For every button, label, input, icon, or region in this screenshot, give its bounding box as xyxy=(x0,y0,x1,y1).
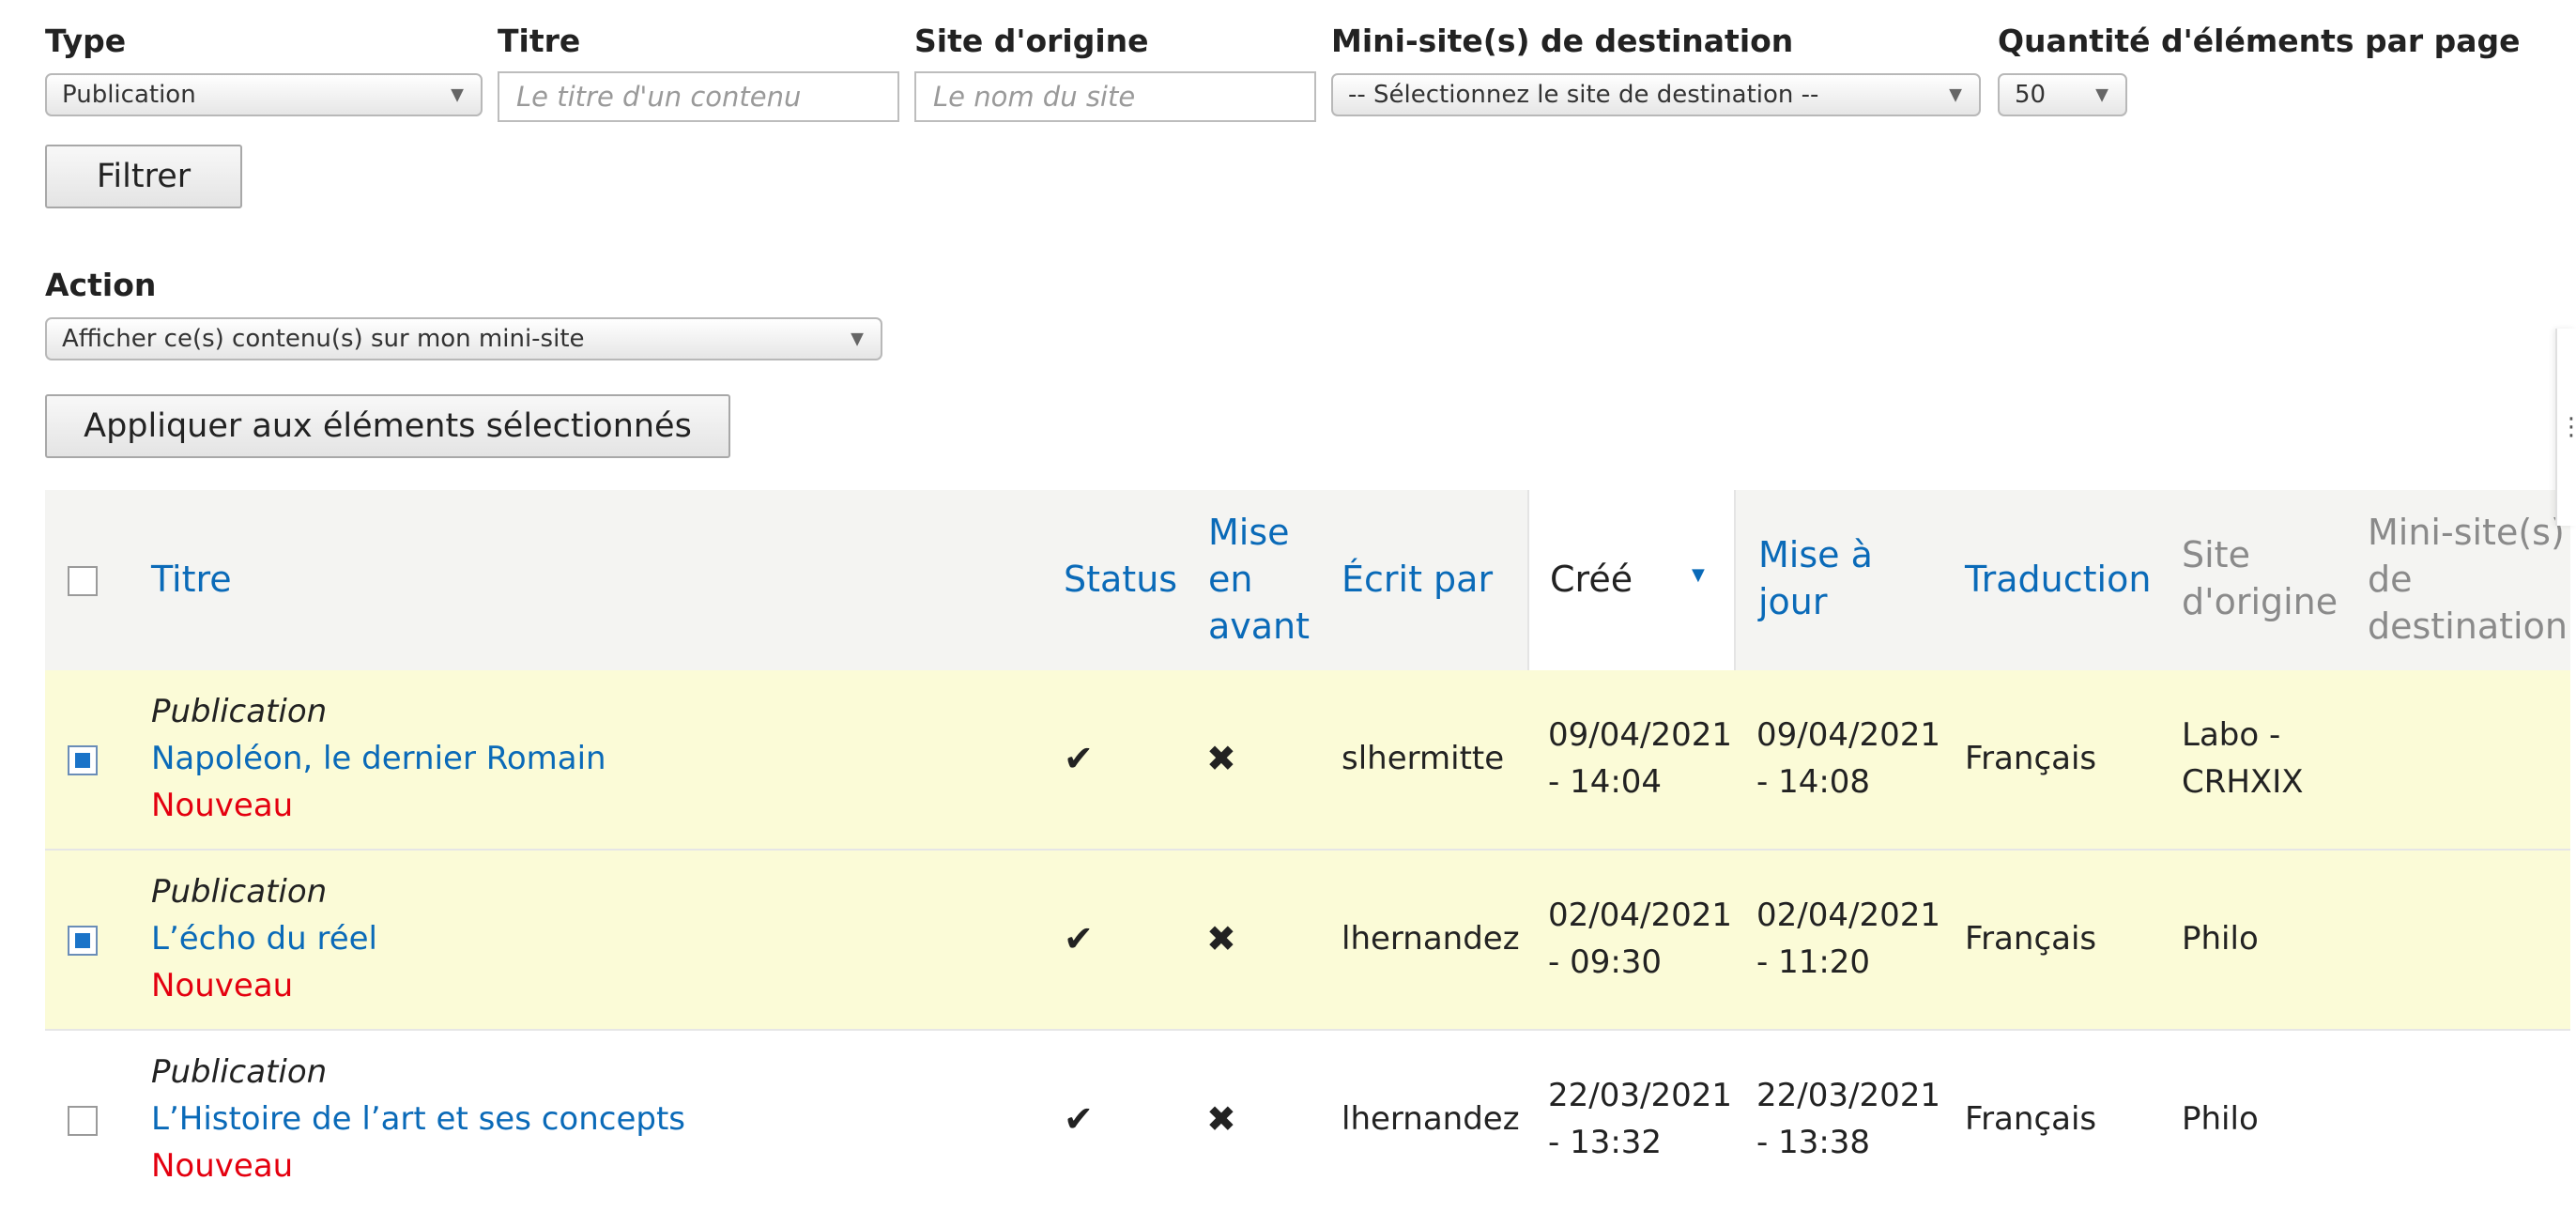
column-status[interactable]: Status xyxy=(1064,556,1177,603)
row-type: Publication xyxy=(151,693,328,730)
chevron-down-icon: ▼ xyxy=(1949,84,1962,105)
chevron-down-icon: ▼ xyxy=(851,329,864,349)
chevron-down-icon: ▼ xyxy=(451,84,464,105)
per-page-select[interactable]: 50 ▼ xyxy=(1998,73,2127,116)
status-check-icon: ✔ xyxy=(1064,1098,1094,1140)
featured-cross-icon: ✖ xyxy=(1206,738,1236,779)
title-filter-placeholder: Le titre d'un contenu xyxy=(516,81,802,113)
row-title-link[interactable]: L’Histoire de l’art et ses concepts xyxy=(151,1096,685,1142)
destination-select-value: -- Sélectionnez le site de destination -… xyxy=(1348,81,1819,109)
destination-filter-label: Mini-site(s) de destination xyxy=(1331,23,1794,59)
row-checkbox[interactable] xyxy=(68,1106,98,1136)
row-checkbox[interactable] xyxy=(68,745,98,775)
action-label: Action xyxy=(45,267,157,303)
column-created[interactable]: Créé xyxy=(1550,556,1633,603)
apply-button[interactable]: Appliquer aux éléments sélectionnés xyxy=(45,394,730,458)
row-updated: 09/04/2021 - 14:08 xyxy=(1756,716,1940,801)
featured-cross-icon: ✖ xyxy=(1206,918,1236,959)
featured-cross-icon: ✖ xyxy=(1206,1098,1236,1140)
action-select[interactable]: Afficher ce(s) contenu(s) sur mon mini-s… xyxy=(45,317,882,360)
destination-select[interactable]: -- Sélectionnez le site de destination -… xyxy=(1331,73,1981,116)
row-origin: Labo - CRHXIX xyxy=(2182,716,2304,801)
column-origin: Site d'origine xyxy=(2182,534,2338,622)
type-label: Type xyxy=(45,23,127,59)
row-author: lhernandez xyxy=(1342,920,1520,958)
row-translation: Français xyxy=(1965,920,2097,958)
column-destination: Mini-site(s) de destination xyxy=(2368,512,2568,647)
row-updated: 22/03/2021 - 13:38 xyxy=(1756,1077,1940,1161)
column-translation[interactable]: Traduction xyxy=(1965,556,2151,603)
filter-button[interactable]: Filtrer xyxy=(45,145,242,208)
row-origin: Philo xyxy=(2182,920,2259,958)
row-checkbox[interactable] xyxy=(68,926,98,956)
title-filter-label: Titre xyxy=(498,23,581,59)
per-page-select-value: 50 xyxy=(2015,81,2047,109)
more-vertical-icon: ⋮ xyxy=(2559,413,2576,441)
origin-filter-label: Site d'origine xyxy=(914,23,1149,59)
row-type: Publication xyxy=(151,873,328,911)
row-author: slhermitte xyxy=(1342,740,1505,777)
row-created: 22/03/2021 - 13:32 xyxy=(1548,1077,1732,1161)
select-all-checkbox[interactable] xyxy=(68,566,98,596)
column-featured[interactable]: Mise en avant xyxy=(1208,509,1310,650)
column-title[interactable]: Titre xyxy=(151,556,232,603)
type-select-value: Publication xyxy=(62,81,196,109)
row-title-link[interactable]: L’écho du réel xyxy=(151,915,377,962)
title-filter-input[interactable]: Le titre d'un contenu xyxy=(498,71,899,122)
side-panel-handle[interactable]: ⋮ xyxy=(2555,329,2576,526)
origin-filter-input[interactable]: Le nom du site xyxy=(914,71,1316,122)
row-translation: Français xyxy=(1965,1100,2097,1138)
origin-filter-placeholder: Le nom du site xyxy=(933,81,1136,113)
column-author[interactable]: Écrit par xyxy=(1342,556,1493,603)
status-check-icon: ✔ xyxy=(1064,738,1094,779)
column-updated[interactable]: Mise à jour xyxy=(1758,531,1873,625)
new-badge: Nouveau xyxy=(151,787,294,824)
row-created: 02/04/2021 - 09:30 xyxy=(1548,897,1732,981)
chevron-down-icon: ▼ xyxy=(2095,84,2108,105)
row-author: lhernandez xyxy=(1342,1100,1520,1138)
status-check-icon: ✔ xyxy=(1064,918,1094,959)
row-type: Publication xyxy=(151,1053,328,1091)
new-badge: Nouveau xyxy=(151,1147,294,1185)
row-title-link[interactable]: Napoléon, le dernier Romain xyxy=(151,735,606,782)
per-page-label: Quantité d'éléments par page xyxy=(1998,23,2521,59)
row-updated: 02/04/2021 - 11:20 xyxy=(1756,897,1940,981)
new-badge: Nouveau xyxy=(151,967,294,1004)
sort-descending-icon[interactable]: ▼ xyxy=(1692,565,1705,585)
action-select-value: Afficher ce(s) contenu(s) sur mon mini-s… xyxy=(62,325,585,353)
row-origin: Philo xyxy=(2182,1100,2259,1138)
row-translation: Français xyxy=(1965,740,2097,777)
type-select[interactable]: Publication ▼ xyxy=(45,73,483,116)
row-created: 09/04/2021 - 14:04 xyxy=(1548,716,1732,801)
